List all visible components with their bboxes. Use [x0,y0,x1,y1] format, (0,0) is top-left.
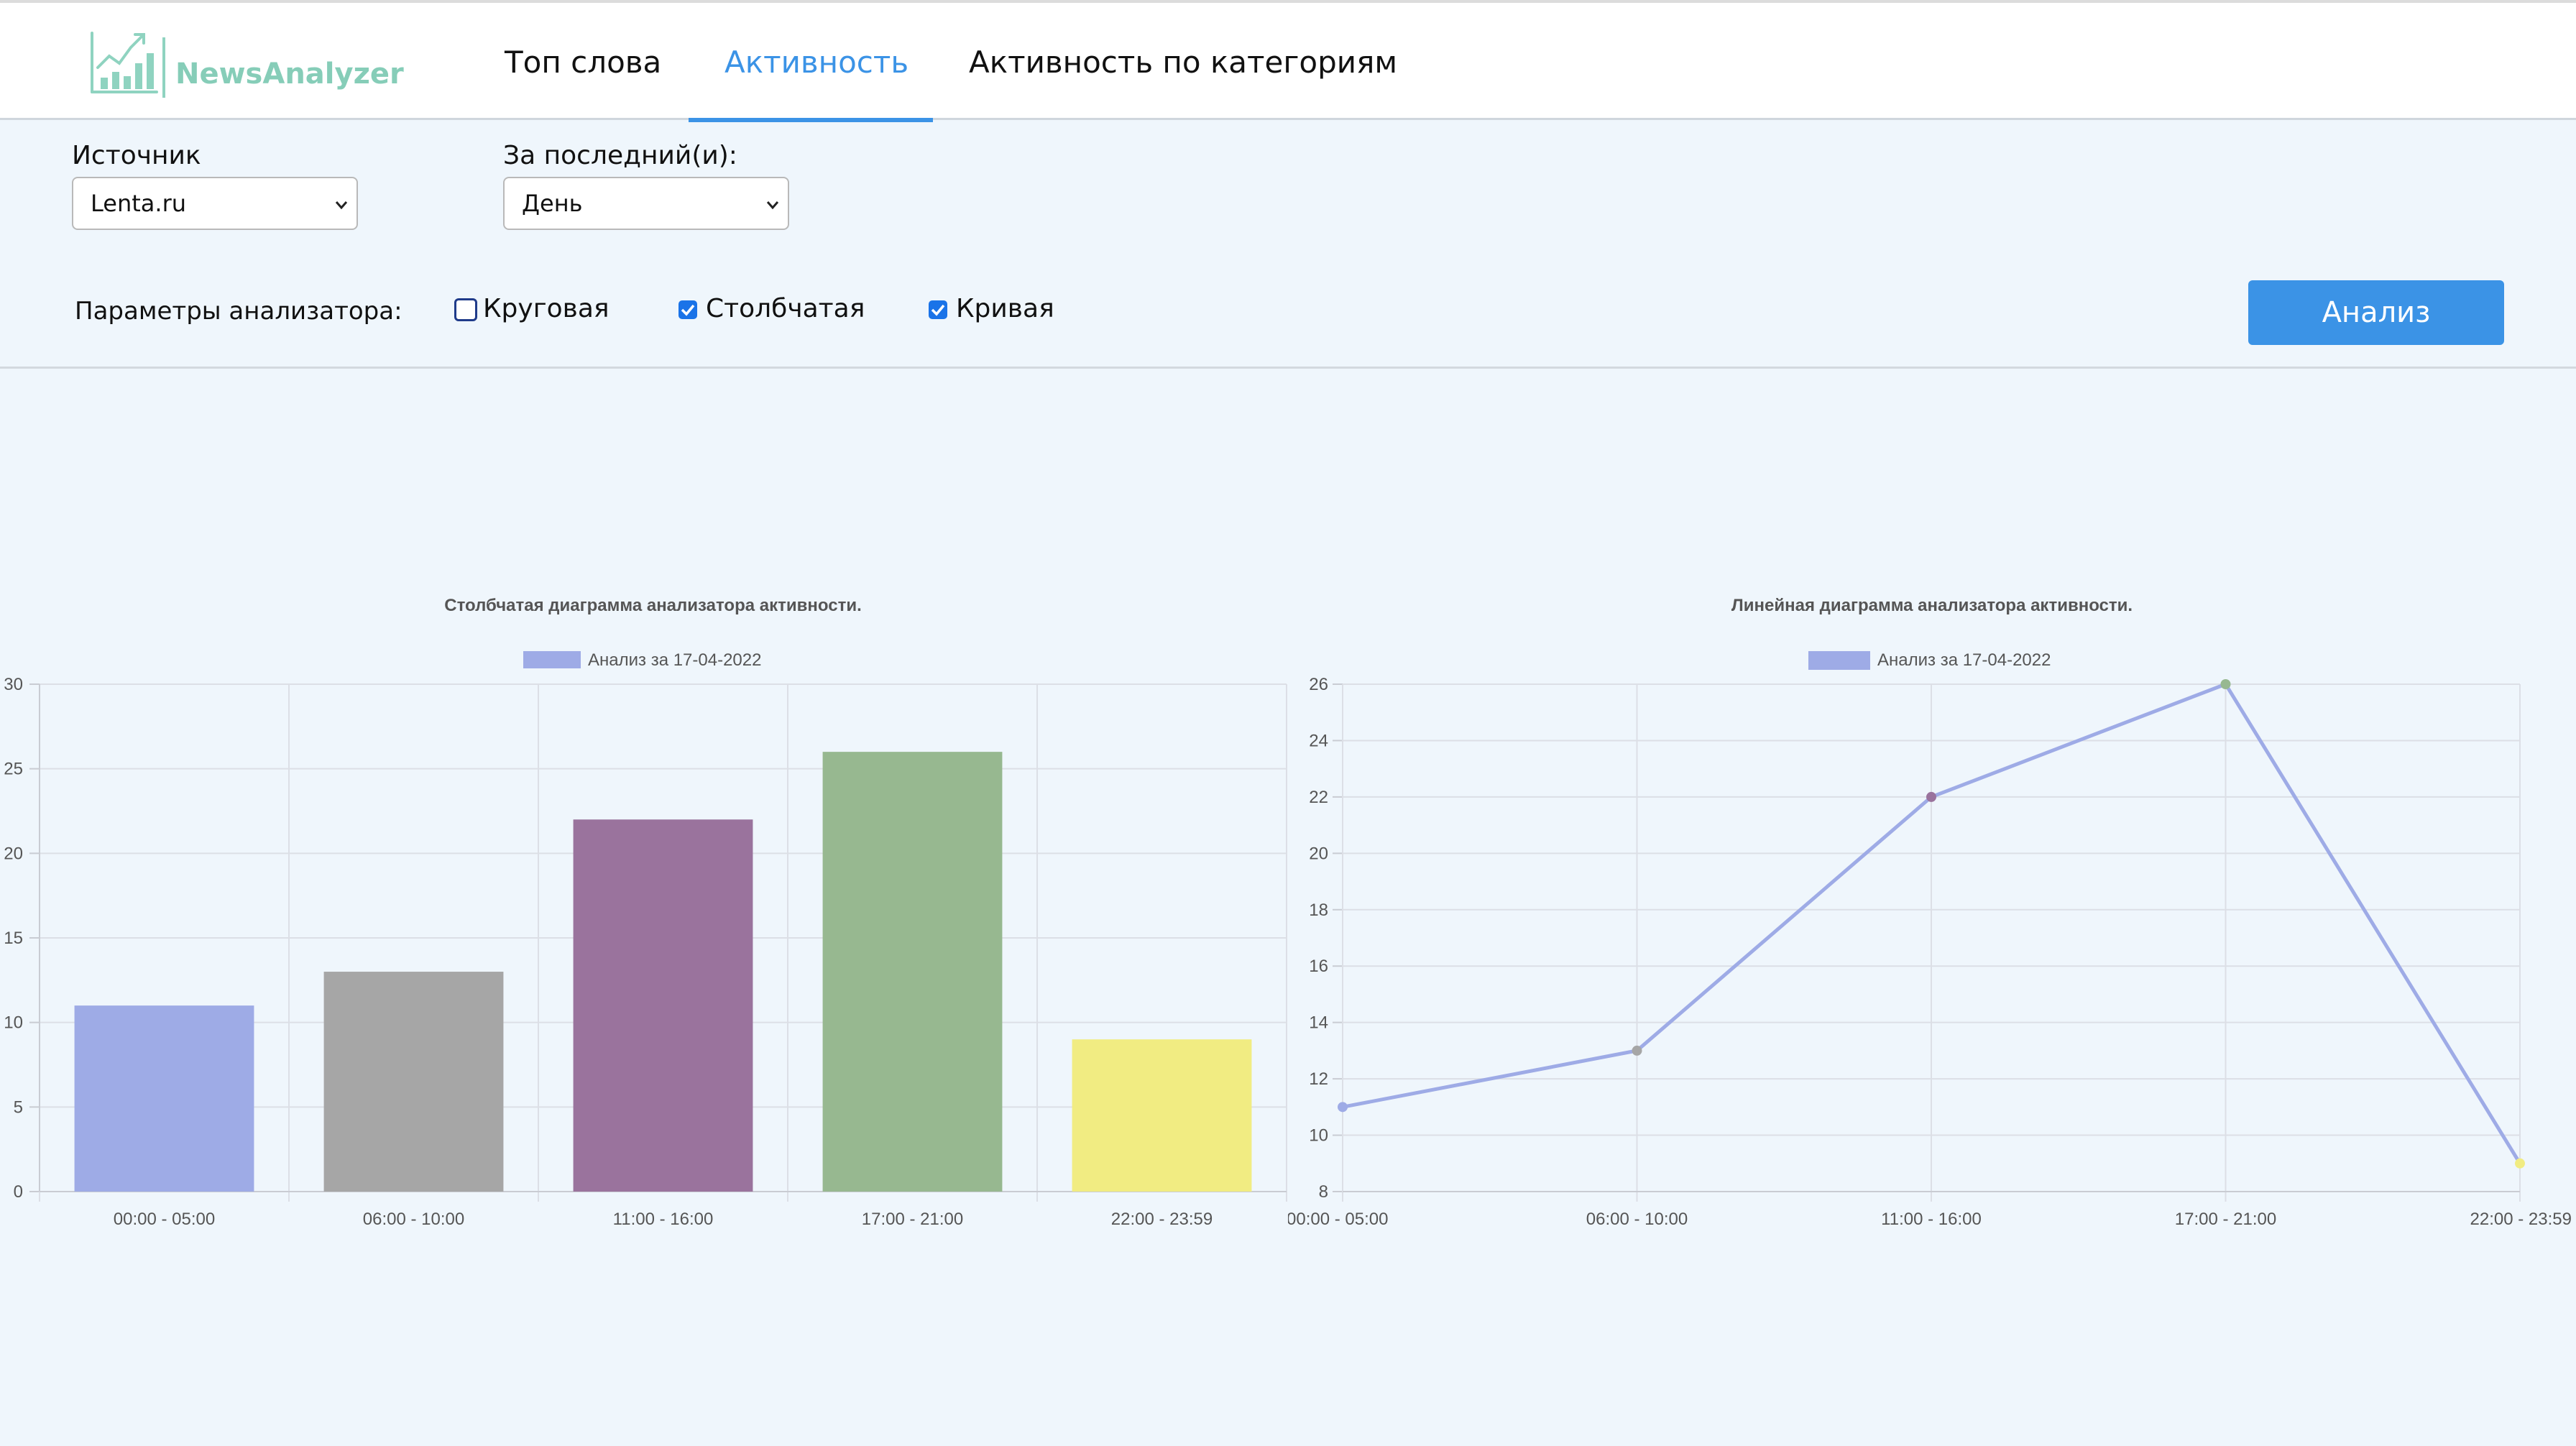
active-tab-indicator [689,118,933,122]
chart-title: Столбчатая диаграмма анализатора активно… [444,596,862,615]
chevron-down-icon [335,201,348,210]
x-tick-label: 11:00 - 16:00 [613,1210,714,1229]
x-tick-label: 00:00 - 05:00 [1288,1210,1388,1229]
pie-checkbox[interactable] [454,298,477,321]
y-tick-label: 10 [1309,1126,1328,1146]
logo-divider [162,37,165,98]
source-label: Источник [72,141,201,170]
bar-checkbox-label[interactable]: Столбчатая [706,294,865,323]
x-tick-label: 17:00 - 21:00 [862,1210,963,1229]
checkmark-icon [681,304,695,316]
x-tick-label: 06:00 - 10:00 [1586,1210,1688,1229]
line-checkbox-label[interactable]: Кривая [956,294,1054,323]
bar [323,972,504,1192]
source-select[interactable]: Lenta.ru [72,177,358,230]
logo-text: NewsAnalyzer [175,57,404,91]
y-tick-label: 12 [1309,1069,1328,1089]
analyze-button[interactable]: Анализ [2248,280,2504,345]
line-checkbox[interactable] [929,300,947,319]
data-point [1632,1045,1642,1056]
x-tick-label: 22:00 - 23:59 [1111,1210,1213,1229]
legend-label: Анализ за 17-04-2022 [588,650,761,670]
bar [573,819,753,1192]
bar [74,1005,254,1192]
top-nav: NewsAnalyzer Топ слова Активность Активн… [0,3,2576,122]
y-tick-label: 25 [4,760,23,779]
y-tick-label: 30 [4,675,23,694]
x-tick-label: 11:00 - 16:00 [1881,1210,1982,1229]
line-chart: Линейная диаграмма анализатора активност… [1288,596,2572,1229]
section-divider [0,367,2576,369]
tab-activity-by-category[interactable]: Активность по категориям [969,3,1397,118]
logo[interactable]: NewsAnalyzer [88,30,404,102]
data-point [1926,791,1936,802]
y-tick-label: 20 [1309,844,1328,863]
bar-chart: Столбчатая диаграмма анализатора активно… [4,596,1287,1229]
tab-top-words[interactable]: Топ слова [505,3,661,118]
legend-swatch [1808,651,1870,670]
y-tick-label: 26 [1309,675,1328,694]
data-point [2220,679,2231,689]
data-point [1338,1102,1348,1113]
y-tick-label: 16 [1309,957,1328,976]
x-tick-label: 06:00 - 10:00 [363,1210,464,1229]
y-tick-label: 20 [4,844,23,863]
bar [822,752,1003,1192]
y-tick-label: 15 [4,929,23,948]
x-tick-label: 17:00 - 21:00 [2175,1210,2276,1229]
y-tick-label: 22 [1309,788,1328,807]
legend-label: Анализ за 17-04-2022 [1877,650,2051,670]
params-label: Параметры анализатора: [75,297,402,326]
source-select-value: Lenta.ru [91,190,186,217]
y-tick-label: 24 [1309,731,1328,750]
x-tick-label: 22:00 - 23:59 [2470,1210,2572,1229]
y-tick-label: 18 [1309,901,1328,920]
bar-checkbox[interactable] [678,300,697,319]
y-tick-label: 14 [1309,1013,1328,1033]
data-point [2515,1158,2525,1169]
period-select[interactable]: День [503,177,789,230]
y-tick-label: 0 [14,1182,23,1202]
y-tick-label: 10 [4,1013,23,1033]
legend-swatch [523,651,581,668]
period-select-value: День [522,190,583,217]
pie-checkbox-label[interactable]: Круговая [483,294,610,323]
checkmark-icon [931,304,945,316]
y-tick-label: 8 [1319,1182,1328,1202]
bar [1072,1039,1252,1192]
x-tick-label: 00:00 - 05:00 [114,1210,215,1229]
y-tick-label: 5 [14,1097,23,1117]
chart-title: Линейная диаграмма анализатора активност… [1731,596,2133,615]
tab-activity[interactable]: Активность [724,3,908,118]
chart-growth-icon [91,32,158,93]
period-label: За последний(и): [503,141,737,170]
chevron-down-icon [766,201,779,210]
